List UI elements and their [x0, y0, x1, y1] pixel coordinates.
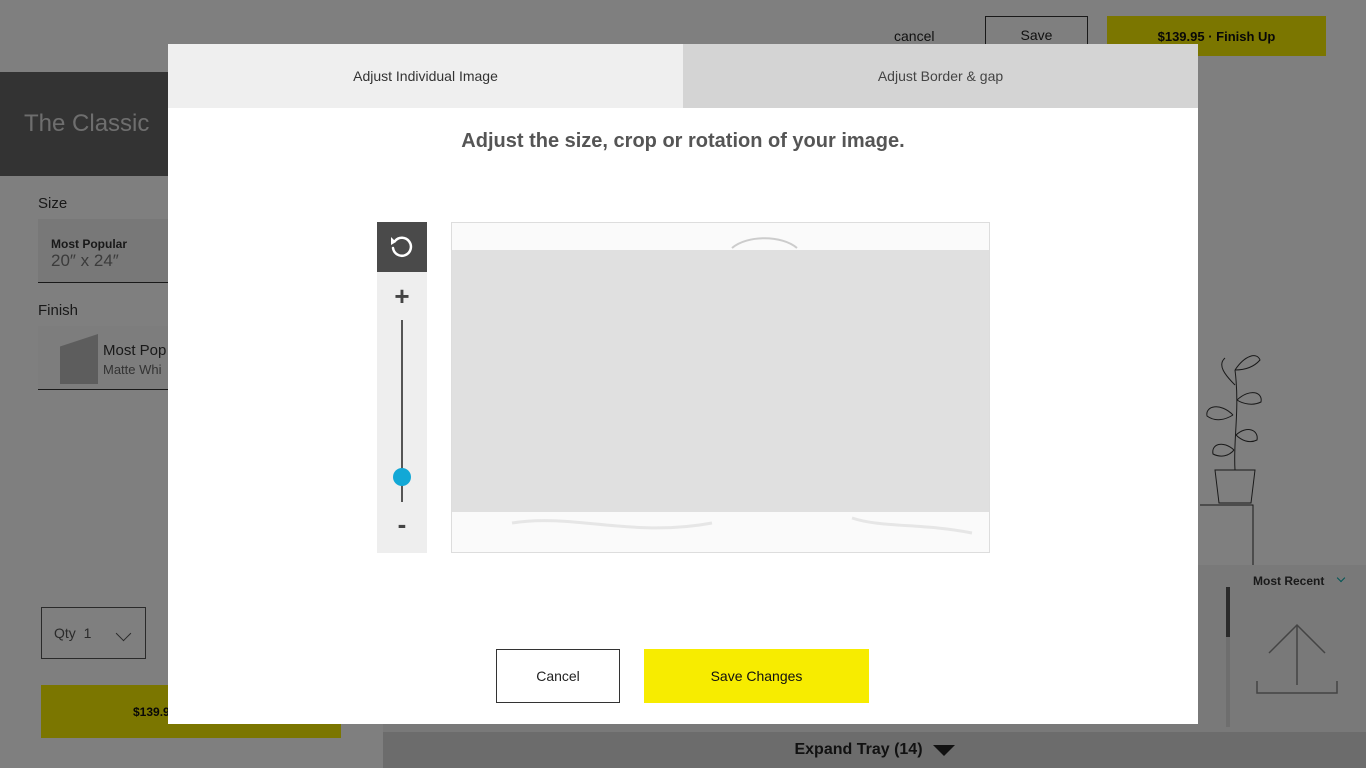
zoom-in-button[interactable]: + [377, 281, 427, 311]
cancel-button[interactable]: Cancel [496, 649, 620, 703]
zoom-panel: + - [377, 222, 427, 553]
image-crop-area[interactable] [451, 222, 990, 553]
zoom-slider-handle[interactable] [393, 467, 411, 486]
save-changes-button[interactable]: Save Changes [644, 649, 869, 703]
tab-adjust-individual-image[interactable]: Adjust Individual Image [168, 44, 683, 108]
adjust-image-modal: Adjust Individual Image Adjust Border & … [168, 44, 1198, 724]
rotate-button[interactable] [377, 222, 427, 272]
crop-window[interactable] [452, 250, 989, 512]
modal-heading: Adjust the size, crop or rotation of you… [461, 130, 905, 152]
rotate-icon [391, 236, 413, 257]
tab-adjust-border-gap[interactable]: Adjust Border & gap [683, 44, 1198, 108]
zoom-out-button[interactable]: - [377, 509, 427, 539]
